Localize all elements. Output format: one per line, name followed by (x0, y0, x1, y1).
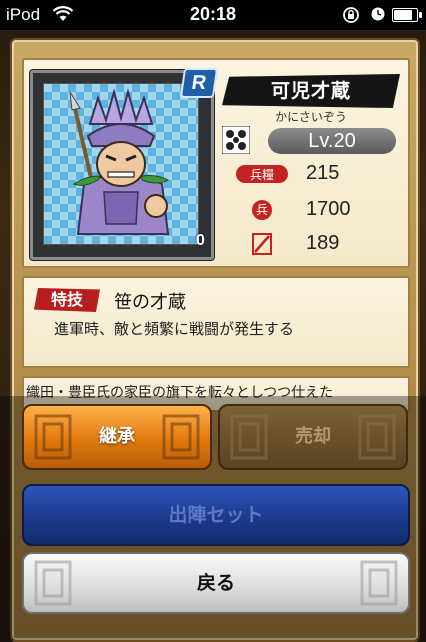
family-crest-icon (221, 125, 251, 155)
inherit-button[interactable]: 継承 (22, 404, 212, 470)
battery-icon (392, 8, 422, 22)
general-reading: かにさいぞう (275, 110, 347, 124)
skill-name: 笹の才蔵 (114, 292, 186, 313)
deploy-set-label: 出陣セット (168, 504, 264, 526)
sell-label: 売却 (295, 426, 331, 447)
soldiers-value: 1700 (306, 198, 351, 220)
general-card (30, 70, 214, 260)
sell-button[interactable]: 売却 (218, 404, 408, 470)
inherit-label: 継承 (99, 426, 135, 447)
general-name: 可児才蔵 (222, 74, 400, 108)
stat-weapon: 189 (236, 232, 396, 258)
weapon-value: 189 (306, 232, 340, 254)
svg-text:兵: 兵 (256, 203, 268, 217)
ornament-icon (360, 560, 398, 606)
deploy-set-button[interactable]: 出陣セット (22, 484, 410, 546)
clock-time: 20:18 (189, 4, 237, 24)
back-label: 戻る (196, 572, 235, 594)
ornament-icon (230, 414, 268, 460)
alarm-icon (370, 6, 386, 27)
skill-tag: 特技 (34, 288, 100, 312)
level-badge: Lv.20 (268, 128, 396, 154)
svg-text:兵糧: 兵糧 (250, 168, 274, 182)
stat-provisions: 兵糧 215 (236, 162, 396, 188)
skill-description: 進軍時、敵と頻繁に戦闘が発生する (54, 320, 295, 338)
battery-fill (394, 10, 412, 20)
ornament-icon (34, 560, 72, 606)
provisions-icon: 兵糧 (236, 162, 290, 186)
status-bar: iPod 20:18 (0, 0, 426, 30)
weapon-icon (236, 232, 290, 256)
provisions-value: 215 (306, 162, 340, 184)
soldiers-icon: 兵 (236, 198, 290, 222)
ornament-icon (358, 414, 396, 460)
ornament-icon (162, 414, 200, 460)
rotation-lock-icon (342, 6, 360, 29)
rarity-badge: R (179, 68, 219, 98)
general-portrait (43, 83, 199, 245)
back-button[interactable]: 戻る (22, 552, 410, 614)
card-count: 0 (196, 232, 205, 249)
ornament-icon (34, 414, 72, 460)
stat-soldiers: 兵 1700 (236, 198, 396, 224)
